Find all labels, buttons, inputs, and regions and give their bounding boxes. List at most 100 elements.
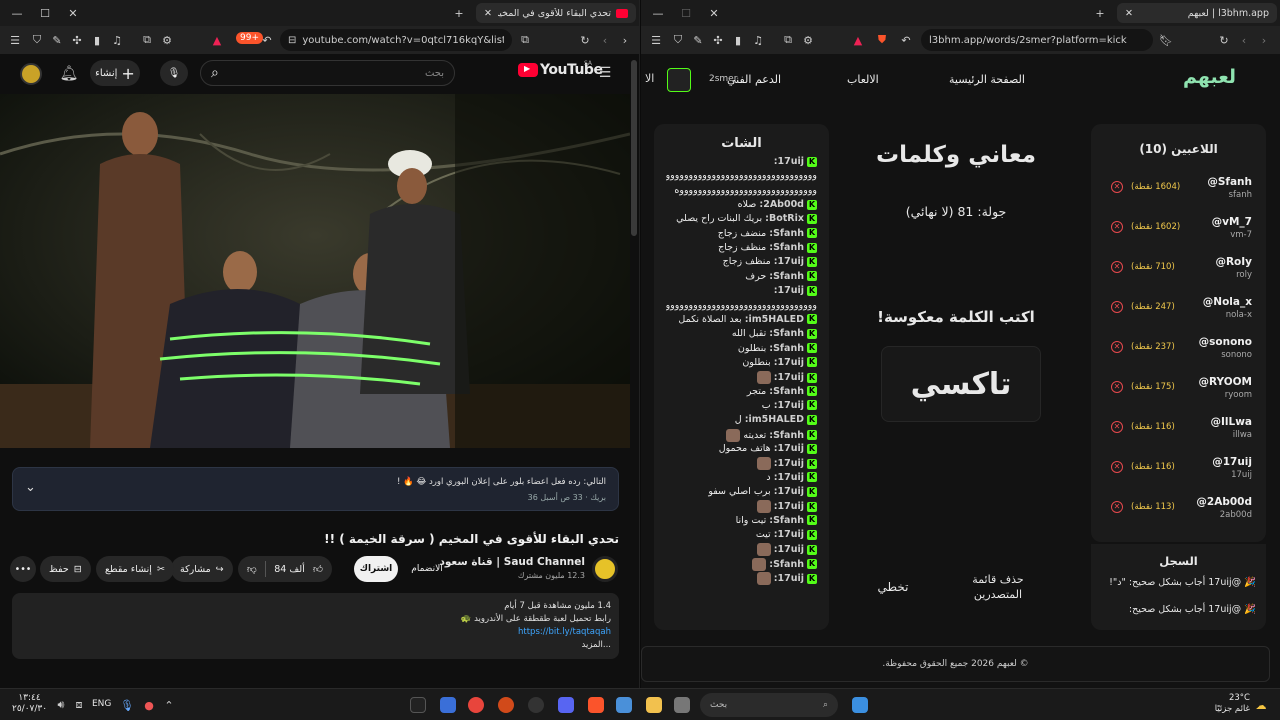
subscribe-button[interactable]: اشتراك: [354, 556, 398, 582]
pinned-comment-card[interactable]: التالي: رده فعل اعضاء بلور على إعلان الب…: [12, 467, 619, 511]
description-link[interactable]: https://bit.ly/taqtaqah: [518, 627, 611, 637]
remove-player-icon[interactable]: ✕: [1111, 381, 1123, 393]
user-avatar[interactable]: [667, 68, 691, 92]
volume-icon[interactable]: 🔊︎: [52, 696, 70, 714]
chat-username[interactable]: Sfanh:: [769, 228, 804, 239]
extensions-icon[interactable]: ⚙: [799, 31, 817, 49]
chat-username[interactable]: 17uij:: [774, 501, 804, 512]
more-actions-button[interactable]: •••: [10, 556, 36, 582]
chat-username[interactable]: 2Ab00d:: [759, 199, 804, 210]
windows-start-icon[interactable]: [852, 697, 868, 713]
sidebar-icon[interactable]: ▮: [729, 31, 747, 49]
aria-icon[interactable]: ▲: [849, 31, 867, 49]
link-icon[interactable]: ⧉: [516, 31, 534, 49]
channel-name[interactable]: Saud Channel | قناة سعود: [439, 556, 585, 568]
chat-username[interactable]: 17uij:: [774, 156, 804, 167]
share-button[interactable]: مشاركة ↪: [171, 556, 233, 582]
chat-username[interactable]: 17uij:: [774, 458, 804, 469]
steam-icon[interactable]: [528, 697, 544, 713]
valorant-icon[interactable]: [440, 697, 456, 713]
likes-count[interactable]: 84 ألف: [274, 564, 304, 575]
chat-username[interactable]: Sfanh:: [769, 343, 804, 354]
like-icon[interactable]: 👍︎: [313, 563, 323, 575]
chat-username[interactable]: 17uij:: [774, 357, 804, 368]
chat-username[interactable]: 17uij:: [774, 472, 804, 483]
remove-player-icon[interactable]: ✕: [1111, 341, 1123, 353]
back-icon[interactable]: ‹: [596, 31, 614, 49]
chat-username[interactable]: Sfanh:: [769, 328, 804, 339]
chat-username[interactable]: Sfanh:: [769, 430, 804, 441]
reload-icon[interactable]: ↻: [576, 31, 594, 49]
new-tab-icon[interactable]: +: [450, 4, 468, 22]
maximize-icon[interactable]: ☐: [36, 4, 54, 22]
dislike-icon[interactable]: 👎︎: [247, 563, 257, 575]
aria-icon[interactable]: ▲: [208, 31, 226, 49]
shield-icon[interactable]: ⛉: [28, 31, 46, 49]
chat-username[interactable]: 17uij:: [774, 486, 804, 497]
chat-username[interactable]: 17uij:: [774, 544, 804, 555]
chat-username[interactable]: im5HALED:: [745, 414, 804, 425]
puzzle-icon[interactable]: ✣: [709, 31, 727, 49]
chat-username[interactable]: Sfanh:: [769, 559, 804, 570]
mic-icon[interactable]: 🎙︎: [118, 696, 136, 714]
shield-icon[interactable]: ⛉: [669, 31, 687, 49]
language-indicator[interactable]: ENG: [92, 699, 111, 709]
pen-icon[interactable]: ✎: [48, 31, 66, 49]
pen-icon[interactable]: ✎: [689, 31, 707, 49]
site-logo[interactable]: لعبهم: [1183, 66, 1236, 88]
tab-close-icon[interactable]: ✕: [1125, 8, 1133, 19]
chat-username[interactable]: 17uij:: [774, 400, 804, 411]
chat-username[interactable]: 17uij:: [774, 285, 804, 296]
back-icon[interactable]: ‹: [1235, 31, 1253, 49]
folder-icon[interactable]: [646, 697, 662, 713]
tray-app-icon[interactable]: ●: [140, 696, 158, 714]
chevron-down-icon[interactable]: ⌄: [25, 480, 36, 495]
remove-player-icon[interactable]: ✕: [1111, 501, 1123, 513]
share-page-icon[interactable]: ↶: [258, 31, 276, 49]
close-icon[interactable]: ✕: [64, 4, 82, 22]
description-more[interactable]: ...المزيد: [582, 640, 612, 650]
tab-l3bhm[interactable]: l3bhm.app | لعبهم ✕: [1117, 3, 1277, 23]
tab-close-icon[interactable]: ✕: [484, 8, 492, 19]
clip-button[interactable]: إنشاء مقطع ✂: [96, 556, 174, 582]
extensions-icon[interactable]: ⚙: [158, 31, 176, 49]
save-button[interactable]: حفظ ⊟: [40, 556, 91, 582]
music-icon[interactable]: ♫: [749, 31, 767, 49]
tab-youtube[interactable]: تحدي البقاء للأقوى في المخيم ( ✕: [476, 3, 636, 23]
chevron-up-icon[interactable]: ⌃: [160, 696, 178, 714]
weather-widget[interactable]: 23°C غائم جزئيًا: [1206, 693, 1250, 715]
search-box[interactable]: ⌕ بحث: [200, 60, 455, 86]
bell-icon[interactable]: 🔔︎: [59, 64, 78, 82]
chat-username[interactable]: Sfanh:: [769, 515, 804, 526]
voice-search-button[interactable]: 🎙︎: [160, 60, 188, 86]
nav-support[interactable]: الدعم الفني: [727, 73, 781, 86]
new-tab-icon[interactable]: +: [1091, 4, 1109, 22]
nav-home[interactable]: الصفحة الرئيسية: [949, 73, 1025, 86]
music-icon[interactable]: ♫: [108, 31, 126, 49]
address-bar[interactable]: l3bhm.app/words/2smer?platform=kick: [921, 29, 1153, 51]
join-button[interactable]: الانضمام: [404, 556, 450, 582]
epic-games-icon[interactable]: [410, 697, 426, 713]
menu-icon[interactable]: ☰: [6, 31, 24, 49]
close-icon[interactable]: ✕: [705, 4, 723, 22]
youtube-logo-text[interactable]: YouTube: [540, 62, 603, 78]
files-icon[interactable]: [674, 697, 690, 713]
chat-username[interactable]: Sfanh:: [769, 386, 804, 397]
forward-icon[interactable]: ›: [1255, 31, 1273, 49]
create-button[interactable]: إنشاء +: [90, 60, 140, 86]
chat-username[interactable]: im5HALED:: [745, 314, 804, 325]
hamburger-icon[interactable]: ☰: [596, 64, 614, 82]
search-icon[interactable]: ⌕: [211, 65, 219, 81]
chrome-icon[interactable]: [468, 697, 484, 713]
chat-username[interactable]: 17uij:: [774, 573, 804, 584]
reload-icon[interactable]: ↻: [1215, 31, 1233, 49]
taskbar-search[interactable]: بحث ⌕: [700, 693, 838, 717]
remove-player-icon[interactable]: ✕: [1111, 461, 1123, 473]
description-box[interactable]: 1.4 مليون مشاهدة قبل 7 أيام رابط تحميل ل…: [12, 593, 619, 659]
remove-player-icon[interactable]: ✕: [1111, 181, 1123, 193]
brave-icon[interactable]: [588, 697, 604, 713]
chat-username[interactable]: 17uij:: [774, 372, 804, 383]
remove-player-icon[interactable]: ✕: [1111, 221, 1123, 233]
page-scrollbar[interactable]: [631, 60, 637, 236]
clear-leaderboard-button[interactable]: حذف قائمة المتصدرين: [963, 572, 1033, 602]
